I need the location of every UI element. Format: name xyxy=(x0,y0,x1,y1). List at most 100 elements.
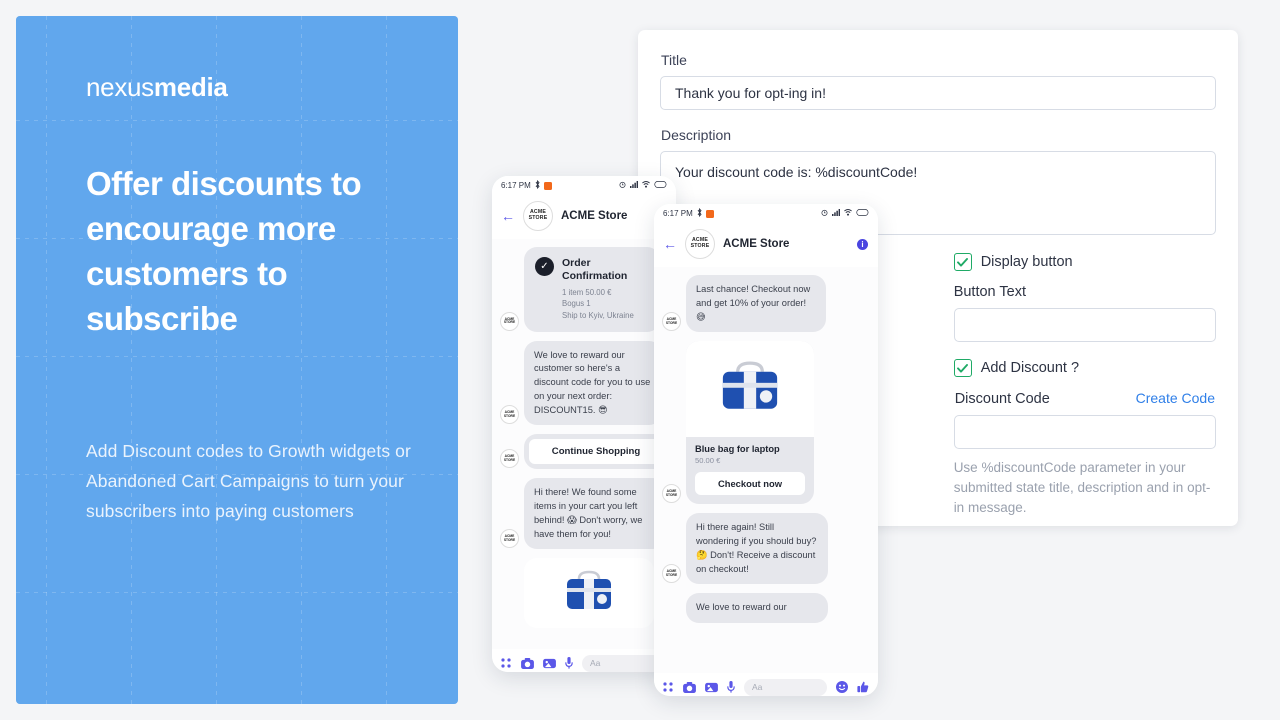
back-arrow-icon[interactable]: ← xyxy=(663,237,677,251)
brand-logo-bold: media xyxy=(153,72,228,102)
emoji-icon[interactable] xyxy=(836,681,848,693)
status-bar: 6:17 PM xyxy=(492,176,676,195)
message-bubble[interactable]: Hi there! We found some items in your ca… xyxy=(524,478,666,550)
chat-header: ← ACME STORE ACME Store i xyxy=(654,223,878,267)
message-bubble-partial[interactable]: We love to reward our xyxy=(686,593,828,623)
message-row xyxy=(500,558,668,629)
button-text-label: Button Text xyxy=(953,284,1026,300)
product-image xyxy=(686,341,814,438)
store-avatar-text: ACME STORE xyxy=(528,209,548,221)
order-title: Order Confirmation xyxy=(562,257,628,282)
message-row: ACME STORE Blue bag for laptop 50.00 € C… xyxy=(662,341,870,505)
app-badge-icon xyxy=(543,181,552,190)
sender-avatar-text: ACME STORE xyxy=(665,489,678,497)
display-button-label: Display button xyxy=(980,254,1073,270)
add-discount-label: Add Discount ? xyxy=(980,360,1080,376)
chat-header: ← ACME STORE ACME Store xyxy=(492,195,676,239)
chat-message-list[interactable]: ACME STORE Last chance! Checkout now and… xyxy=(654,267,878,673)
continue-shopping-card[interactable]: Continue Shopping xyxy=(524,434,668,470)
message-bubble[interactable]: We love to reward our customer so here's… xyxy=(524,340,662,426)
message-row: ACME STORE We love to reward our custome… xyxy=(500,340,668,426)
order-meta-line: 1 item 50.00 € xyxy=(562,287,612,297)
gallery-icon[interactable] xyxy=(543,658,556,669)
product-name: Blue bag for laptop xyxy=(695,444,780,455)
add-discount-checkbox-row[interactable]: Add Discount ? xyxy=(953,359,1216,377)
sender-avatar: ACME STORE xyxy=(500,311,519,331)
promo-body-text: Add Discount codes to Growth widgets or … xyxy=(86,440,411,522)
apps-grid-icon[interactable] xyxy=(501,657,512,669)
thumbs-up-icon[interactable] xyxy=(857,681,869,693)
back-arrow-icon[interactable]: ← xyxy=(501,209,515,223)
sender-avatar: ACME STORE xyxy=(500,529,519,549)
display-button-checkbox-row[interactable]: Display button xyxy=(953,253,1216,271)
screenshot-stage: nexusmedia Offer discounts to encourage … xyxy=(0,0,1280,720)
message-row: ACME STORE Hi there again! Still wonderi… xyxy=(662,513,870,585)
message-composer[interactable]: Aa xyxy=(492,649,676,672)
add-discount-checkbox[interactable] xyxy=(953,359,972,377)
phone-mockup-front: 6:17 PM ← ACME STORE ACME Store i ACME S… xyxy=(654,204,878,696)
sender-avatar: ACME STORE xyxy=(662,564,681,584)
sender-avatar: ACME STORE xyxy=(662,312,681,332)
sender-avatar: ACME STORE xyxy=(500,449,519,469)
message-composer[interactable]: Aa xyxy=(654,673,878,696)
camera-icon[interactable] xyxy=(683,681,696,693)
promo-panel: nexusmedia Offer discounts to encourage … xyxy=(16,16,458,704)
order-meta-line: Bogus 1 xyxy=(562,299,591,309)
description-field-label: Description xyxy=(661,127,732,143)
wifi-icon xyxy=(844,209,852,218)
signal-icon xyxy=(832,209,840,218)
sender-avatar-text: ACME STORE xyxy=(665,569,678,577)
sender-avatar-text: ACME STORE xyxy=(503,410,516,418)
message-row: ACME STORE Last chance! Checkout now and… xyxy=(662,275,870,333)
blue-bag-icon xyxy=(722,361,778,409)
sender-avatar-text: ACME STORE xyxy=(503,316,516,325)
info-icon[interactable]: i xyxy=(857,238,868,250)
message-row: We love to reward our xyxy=(662,593,870,623)
order-meta-line: Ship to Kyiv, Ukraine xyxy=(562,310,634,320)
phone-mockup-back: 6:17 PM ← ACME STORE ACME Store ACME STO… xyxy=(492,176,676,672)
create-code-link[interactable]: Create Code xyxy=(1136,390,1215,406)
microphone-icon[interactable] xyxy=(727,681,735,693)
product-card-partial[interactable] xyxy=(524,558,654,629)
button-text-input[interactable] xyxy=(953,308,1216,342)
store-name: ACME Store xyxy=(561,210,628,222)
check-icon xyxy=(957,363,969,373)
alarm-icon xyxy=(821,209,828,218)
checkout-now-button[interactable]: Checkout now xyxy=(695,472,805,496)
product-price: 50.00 € xyxy=(695,456,721,466)
status-bar: 6:17 PM xyxy=(654,204,878,223)
microphone-icon[interactable] xyxy=(565,657,573,669)
message-row: ACME STORE Hi there! We found some items… xyxy=(500,478,668,550)
sender-avatar-text: ACME STORE xyxy=(665,317,678,325)
message-bubble[interactable]: Hi there again! Still wondering if you s… xyxy=(686,513,828,585)
alarm-icon xyxy=(619,181,626,190)
sender-avatar-text: ACME STORE xyxy=(503,534,516,542)
sender-avatar: ACME STORE xyxy=(662,484,681,504)
brand-logo-light: nexus xyxy=(86,72,154,102)
product-image xyxy=(524,558,654,629)
grid-line xyxy=(16,592,458,593)
discount-code-hint: Use %discountCode parameter in your subm… xyxy=(953,460,1211,515)
status-time: 6:17 PM xyxy=(663,209,693,218)
message-row: ACME STORE Continue Shopping xyxy=(500,434,668,470)
apps-grid-icon[interactable] xyxy=(663,681,674,693)
title-input[interactable]: Thank you for opt-ing in! xyxy=(660,76,1216,110)
store-avatar: ACME STORE xyxy=(523,201,553,231)
blue-bag-icon xyxy=(567,571,611,610)
check-icon xyxy=(957,257,969,267)
discount-code-input[interactable] xyxy=(953,415,1216,449)
message-bubble[interactable]: Last chance! Checkout now and get 10% of… xyxy=(686,275,826,333)
order-confirmation-card[interactable]: ✓ Order Confirmation 1 item 50.00 € Bogu… xyxy=(524,247,660,332)
bluetooth-icon xyxy=(535,179,540,191)
display-button-checkbox[interactable] xyxy=(953,253,972,271)
status-time: 6:17 PM xyxy=(501,181,531,190)
app-badge-icon xyxy=(705,209,714,218)
bluetooth-icon xyxy=(697,207,702,219)
signal-icon xyxy=(630,181,638,190)
chat-message-list[interactable]: ACME STORE ✓ Order Confirmation 1 item 5… xyxy=(492,239,676,649)
continue-shopping-button[interactable]: Continue Shopping xyxy=(529,439,663,465)
product-card[interactable]: Blue bag for laptop 50.00 € Checkout now xyxy=(686,341,814,505)
gallery-icon[interactable] xyxy=(705,682,718,693)
message-input[interactable]: Aa xyxy=(744,678,827,696)
camera-icon[interactable] xyxy=(521,657,534,669)
